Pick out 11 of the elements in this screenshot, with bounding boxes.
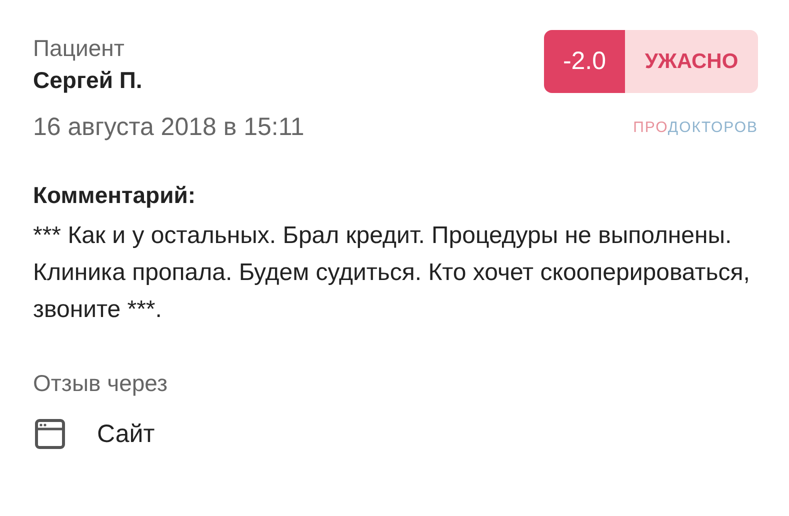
- author-name: Сергей П.: [33, 66, 142, 95]
- rating-score: -2.0: [544, 30, 625, 93]
- review-date: 16 августа 2018 в 15:11: [33, 113, 304, 142]
- comment-heading: Комментарий:: [33, 182, 197, 209]
- rating-verdict: УЖАСНО: [625, 30, 758, 93]
- browser-window-icon: [35, 419, 65, 449]
- source-channel: Сайт: [97, 420, 155, 448]
- logo: ПРОДОКТОРОВ: [633, 119, 758, 136]
- author-label: Пациент: [33, 34, 126, 63]
- comment-text: *** Как и у остальных. Брал кредит. Процедуры не выполнены. Клиника пропала. Будем судиться. Кто хочет скооперироваться, звоните ***.: [33, 221, 751, 325]
- source-label: Отзыв через: [33, 370, 169, 397]
